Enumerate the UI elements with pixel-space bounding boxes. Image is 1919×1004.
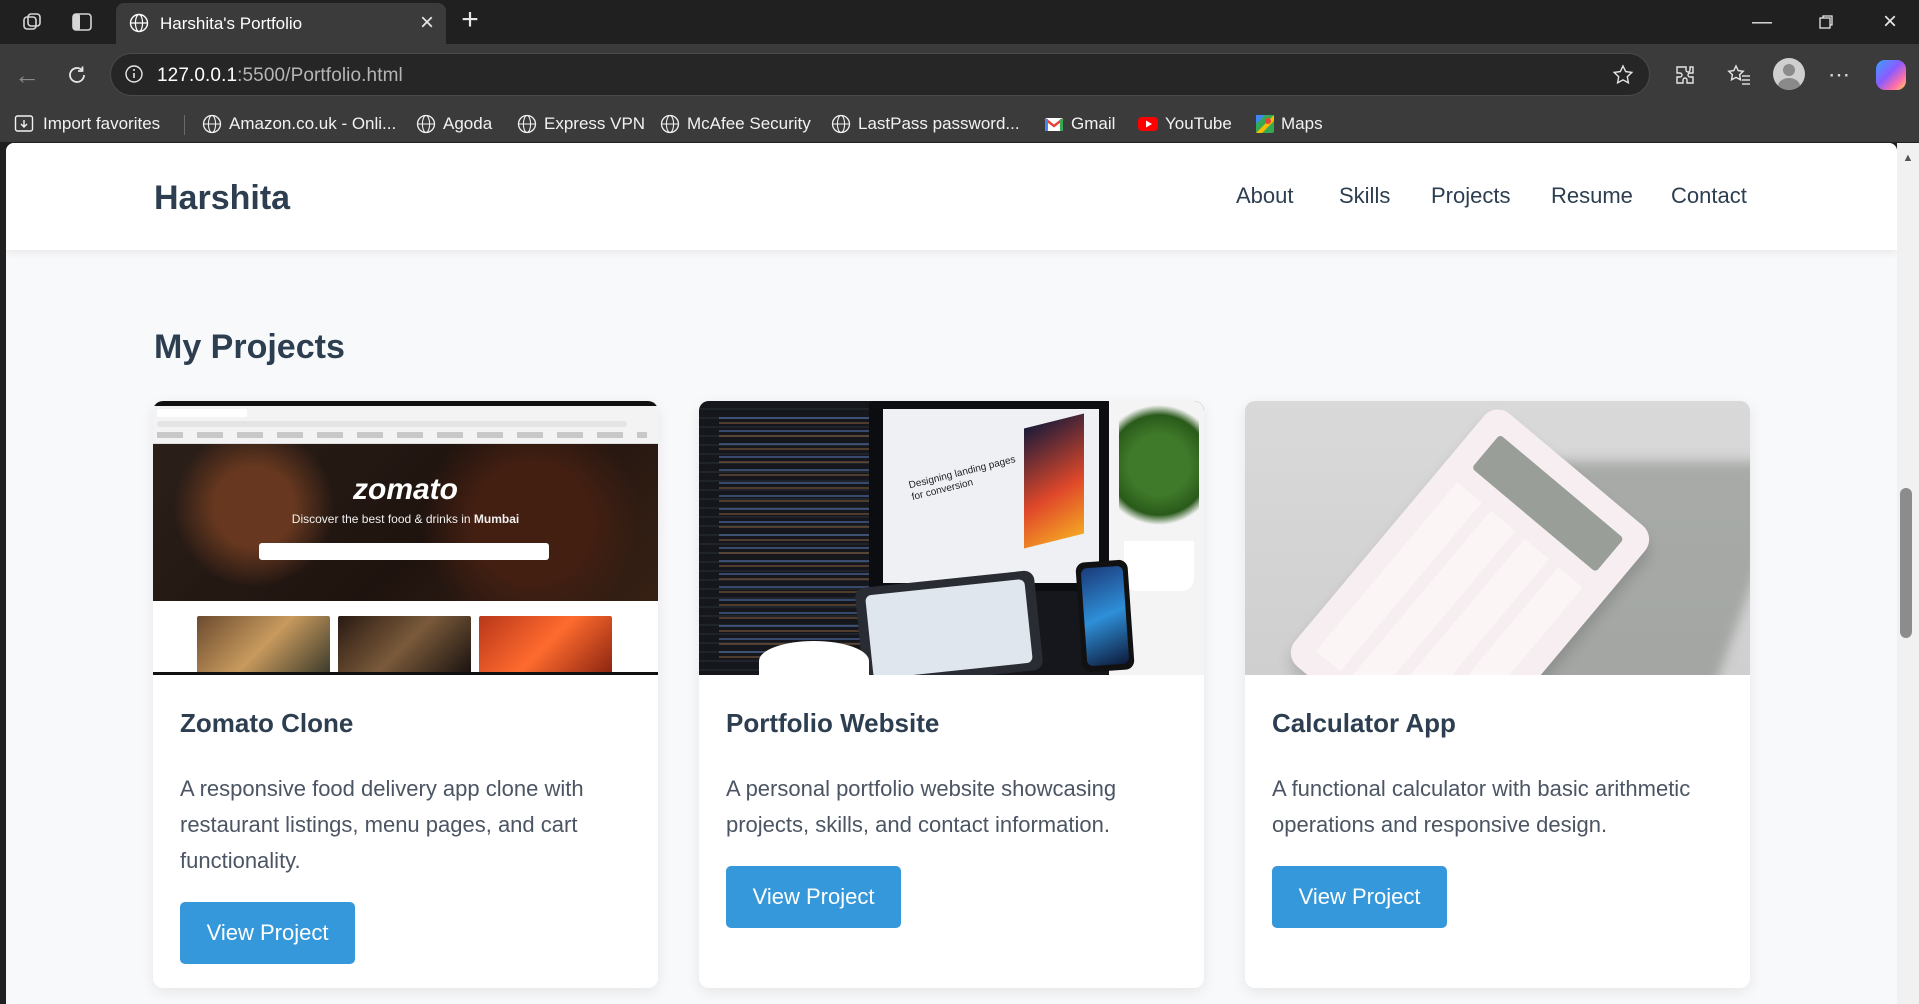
refresh-icon[interactable] (62, 60, 92, 90)
close-tab-icon[interactable]: × (414, 10, 440, 36)
site-header: Harshita About Skills Projects Resume Co… (6, 143, 1897, 250)
maps-icon (1256, 115, 1274, 133)
globe-icon (517, 114, 537, 134)
portfolio-website-image: Designing landing pages for conversion (699, 401, 1204, 675)
project-card-zomato: zomato Discover the best food & drinks i… (153, 401, 658, 988)
page-viewport: Harshita About Skills Projects Resume Co… (6, 143, 1897, 1004)
project-description: A functional calculator with basic arith… (1272, 776, 1691, 837)
project-title: Portfolio Website (726, 708, 940, 738)
site-info-icon[interactable] (123, 63, 145, 85)
nav-contact[interactable]: Contact (1671, 183, 1747, 209)
nav-resume[interactable]: Resume (1551, 183, 1633, 209)
minimize-icon[interactable]: — (1747, 8, 1777, 36)
projects-section-title: My Projects (154, 328, 345, 366)
address-bar-row: ← 127.0.0.1:5500/Portfolio.html ⋯ (0, 44, 1919, 106)
url-host: 127.0.0.1 (157, 65, 238, 86)
active-tab[interactable]: Harshita's Portfolio × (116, 3, 446, 44)
nav-projects[interactable]: Projects (1431, 183, 1510, 209)
globe-icon (831, 114, 851, 134)
workspaces-icon[interactable] (18, 8, 46, 36)
url-path: :5500/Portfolio.html (237, 65, 403, 86)
bookmark-amazon[interactable]: Amazon.co.uk - Onli... (202, 111, 396, 137)
bookmark-import-favorites[interactable]: Import favorites (14, 111, 160, 137)
back-icon[interactable]: ← (12, 60, 42, 90)
new-tab-icon[interactable]: + (455, 5, 485, 36)
project-description: A personal portfolio website showcasing … (726, 776, 1117, 837)
nav-skills[interactable]: Skills (1339, 183, 1390, 209)
bookmark-lastpass[interactable]: LastPass password... (831, 111, 1020, 137)
browser-tab-bar: Harshita's Portfolio × + — × (0, 0, 1919, 44)
globe-icon (128, 12, 150, 34)
site-brand[interactable]: Harshita (154, 179, 290, 218)
extensions-icon[interactable] (1670, 60, 1700, 90)
view-project-button[interactable]: View Project (726, 866, 901, 928)
bookmark-gmail[interactable]: Gmail (1044, 111, 1115, 137)
vertical-tabs-icon[interactable] (68, 8, 96, 36)
youtube-icon (1138, 117, 1158, 131)
gmail-icon (1044, 118, 1064, 131)
copilot-icon[interactable] (1876, 60, 1906, 90)
project-title: Calculator App (1272, 708, 1456, 738)
bookmark-maps[interactable]: Maps (1256, 111, 1323, 137)
zomato-screenshot-image: zomato Discover the best food & drinks i… (153, 401, 658, 675)
bookmarks-divider (184, 115, 185, 135)
zomato-tagline: Discover the best food & drinks in Mumba… (291, 512, 520, 526)
favorite-star-icon[interactable] (1611, 63, 1635, 87)
restore-icon[interactable] (1811, 8, 1841, 36)
profile-avatar[interactable] (1773, 58, 1805, 90)
zomato-logo-text: zomato (353, 473, 458, 506)
url-input[interactable]: 127.0.0.1:5500/Portfolio.html (110, 53, 1650, 96)
scrollbar-thumb[interactable] (1900, 488, 1912, 638)
view-project-button[interactable]: View Project (1272, 866, 1447, 928)
scroll-up-arrow-icon[interactable]: ▲ (1898, 152, 1918, 166)
bookmark-express-vpn[interactable]: Express VPN (517, 111, 645, 137)
bookmark-agoda[interactable]: Agoda (416, 111, 492, 137)
project-card-portfolio: Designing landing pages for conversion P… (699, 401, 1204, 988)
project-card-calculator: Calculator App A functional calculator w… (1245, 401, 1750, 988)
project-description: A responsive food delivery app clone wit… (180, 776, 584, 873)
bookmark-youtube[interactable]: YouTube (1138, 111, 1232, 137)
globe-icon (660, 114, 680, 134)
globe-icon (202, 114, 222, 134)
import-icon (14, 115, 34, 132)
close-window-icon[interactable]: × (1875, 8, 1905, 36)
bookmark-mcafee[interactable]: McAfee Security (660, 111, 811, 137)
collections-icon[interactable] (1724, 60, 1754, 90)
tab-title: Harshita's Portfolio (160, 14, 303, 33)
bookmarks-bar: Import favorites Amazon.co.uk - Onli... … (0, 106, 1919, 142)
project-title: Zomato Clone (180, 708, 354, 738)
view-project-button[interactable]: View Project (180, 902, 355, 964)
calculator-photo-image (1245, 401, 1750, 675)
nav-about[interactable]: About (1236, 183, 1294, 209)
globe-icon (416, 114, 436, 134)
url-text: 127.0.0.1:5500/Portfolio.html (157, 65, 403, 87)
more-options-icon[interactable]: ⋯ (1824, 60, 1854, 90)
